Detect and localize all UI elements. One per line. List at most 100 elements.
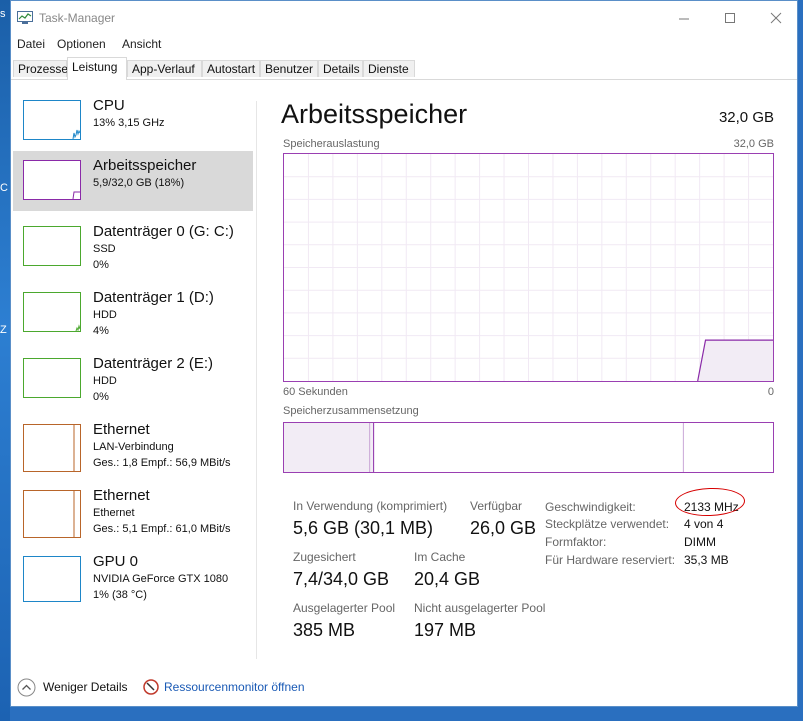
nonpaged-pool-label: Nicht ausgelagerter Pool (414, 601, 546, 615)
usage-graph-label: Speicherauslastung (283, 138, 380, 150)
sidebar-disk-0-type: SSD (93, 243, 116, 255)
sidebar-item-disk-2[interactable]: Datenträger 2 (E:) HDD 0% (13, 349, 253, 409)
slots-value: 4 von 4 (684, 517, 724, 531)
menu-file[interactable]: Datei (17, 37, 45, 51)
sidebar-ethernet-lan-title: Ethernet (93, 421, 150, 438)
memory-detail-pane: Arbeitsspeicher 32,0 GB Speicherauslastu… (281, 93, 781, 653)
menu-bar: Datei Optionen Ansicht (11, 35, 797, 55)
footer-bar: Weniger Details Ressourcenmonitor öffnen (11, 673, 797, 703)
close-button[interactable] (753, 1, 797, 35)
memory-usage-graph (283, 153, 774, 382)
menu-view[interactable]: Ansicht (122, 37, 161, 51)
committed-value: 7,4/34,0 GB (293, 569, 390, 589)
tab-app-history[interactable]: App-Verlauf (127, 60, 202, 77)
sidebar-item-memory[interactable]: Arbeitsspeicher 5,9/32,0 GB (18%) (13, 151, 253, 211)
gpu-thumbnail (23, 556, 81, 602)
speed-label: Geschwindigkeit: (545, 500, 636, 514)
sidebar-disk-1-title: Datenträger 1 (D:) (93, 289, 214, 306)
usage-graph-max: 32,0 GB (733, 138, 774, 150)
sidebar-cpu-usage: 13% 3,15 GHz (93, 117, 165, 129)
sidebar-memory-usage: 5,9/32,0 GB (18%) (93, 177, 185, 189)
tab-performance[interactable]: Leistung (67, 57, 127, 80)
sidebar-item-disk-1[interactable]: Datenträger 1 (D:) HDD 4% (13, 283, 253, 343)
memory-composition-bar (283, 422, 774, 473)
in-use-segment (284, 423, 374, 472)
task-manager-icon (17, 11, 33, 24)
sidebar-item-ethernet-lan[interactable]: Ethernet LAN-Verbindung Ges.: 1,8 Empf.:… (13, 415, 253, 475)
pane-divider (256, 101, 257, 659)
sidebar-memory-title: Arbeitsspeicher (93, 157, 197, 174)
slots-label: Steckplätze verwendet: (545, 517, 670, 531)
page-title: Arbeitsspeicher (281, 99, 468, 129)
sidebar-ethernet-throughput: Ges.: 5,1 Empf.: 61,0 MBit/s (93, 523, 231, 535)
minimize-button[interactable] (661, 1, 707, 35)
cached-label: Im Cache (414, 550, 466, 564)
sidebar-item-disk-0[interactable]: Datenträger 0 (G: C:) SSD 0% (13, 217, 253, 277)
sidebar-ethernet-lan-name: LAN-Verbindung (93, 441, 174, 453)
sidebar-disk-1-type: HDD (93, 309, 117, 321)
paged-pool-value: 385 MB (293, 620, 356, 640)
sidebar-ethernet-name: Ethernet (93, 507, 135, 519)
tab-users[interactable]: Benutzer (260, 60, 318, 77)
sidebar-gpu-usage: 1% (38 °C) (93, 589, 147, 601)
close-icon (770, 12, 782, 24)
in-use-label: In Verwendung (komprimiert) (293, 499, 448, 513)
form-factor-label: Formfaktor: (545, 535, 607, 549)
paged-pool-label: Ausgelagerter Pool (293, 601, 396, 615)
nonpaged-pool-value: 197 MB (414, 620, 477, 640)
open-resource-monitor-link[interactable]: Ressourcenmonitor öffnen (164, 680, 305, 694)
in-use-value: 5,6 GB (30,1 MB) (293, 518, 434, 538)
tab-bar: Prozesse Leistung App-Verlauf Autostart … (11, 57, 797, 80)
graph-time-span: 60 Sekunden (283, 386, 348, 398)
sidebar-disk-1-usage: 4% (93, 325, 109, 337)
form-factor-value: DIMM (684, 535, 716, 549)
composition-label: Speicherzusammensetzung (283, 405, 419, 417)
graph-min-value: 0 (767, 386, 774, 398)
tab-startup[interactable]: Autostart (202, 60, 260, 77)
tab-processes[interactable]: Prozesse (13, 60, 68, 77)
usage-area (697, 340, 773, 381)
cpu-thumbnail (23, 100, 81, 140)
cached-value: 20,4 GB (414, 569, 481, 589)
minimize-icon (679, 18, 689, 20)
disk-2-thumbnail (23, 358, 81, 398)
desktop-icon-fragment: s (0, 8, 6, 20)
resource-list: CPU 13% 3,15 GHz Arbeitsspeicher 5,9/32,… (11, 91, 256, 661)
tab-details[interactable]: Details (318, 60, 363, 77)
sidebar-item-gpu[interactable]: GPU 0 NVIDIA GeForce GTX 1080 1% (38 °C) (13, 547, 253, 607)
sidebar-gpu-model: NVIDIA GeForce GTX 1080 (93, 573, 229, 585)
resource-monitor-icon (143, 679, 159, 695)
menu-options[interactable]: Optionen (57, 37, 106, 51)
sidebar-disk-2-usage: 0% (93, 391, 109, 403)
ethernet-lan-thumbnail (23, 424, 81, 472)
window-title: Task-Manager (39, 11, 116, 25)
disk-0-thumbnail (23, 226, 81, 266)
maximize-button[interactable] (707, 1, 753, 35)
graph-grid (284, 154, 773, 381)
desktop-background: s C Z (0, 0, 10, 721)
hardware-reserved-value: 35,3 MB (684, 553, 729, 567)
total-memory: 32,0 GB (718, 109, 774, 126)
chevron-up-icon[interactable] (17, 678, 36, 697)
available-label: Verfügbar (470, 499, 523, 513)
desktop-icon-fragment: C (0, 182, 8, 194)
title-bar: Task-Manager (11, 1, 797, 35)
sidebar-item-cpu[interactable]: CPU 13% 3,15 GHz (13, 91, 253, 151)
sidebar-item-ethernet[interactable]: Ethernet Ethernet Ges.: 5,1 Empf.: 61,0 … (13, 481, 253, 541)
committed-label: Zugesichert (293, 550, 356, 564)
sidebar-disk-2-type: HDD (93, 375, 117, 387)
sidebar-disk-2-title: Datenträger 2 (E:) (93, 355, 214, 372)
hardware-reserved-label: Für Hardware reserviert: (545, 553, 676, 567)
sidebar-disk-0-title: Datenträger 0 (G: C:) (93, 223, 234, 240)
sidebar-ethernet-lan-throughput: Ges.: 1,8 Empf.: 56,9 MBit/s (93, 457, 231, 469)
available-value: 26,0 GB (470, 518, 537, 538)
sidebar-ethernet-title: Ethernet (93, 487, 150, 504)
sidebar-disk-0-usage: 0% (93, 259, 109, 271)
desktop-icon-fragment: Z (0, 324, 7, 336)
tab-services[interactable]: Dienste (363, 60, 415, 77)
sidebar-cpu-title: CPU (93, 97, 125, 114)
task-manager-window: Task-Manager Datei Optionen Ansicht Proz… (10, 0, 798, 707)
maximize-icon (725, 13, 735, 23)
memory-thumbnail (23, 160, 81, 200)
fewer-details-link[interactable]: Weniger Details (43, 680, 127, 694)
